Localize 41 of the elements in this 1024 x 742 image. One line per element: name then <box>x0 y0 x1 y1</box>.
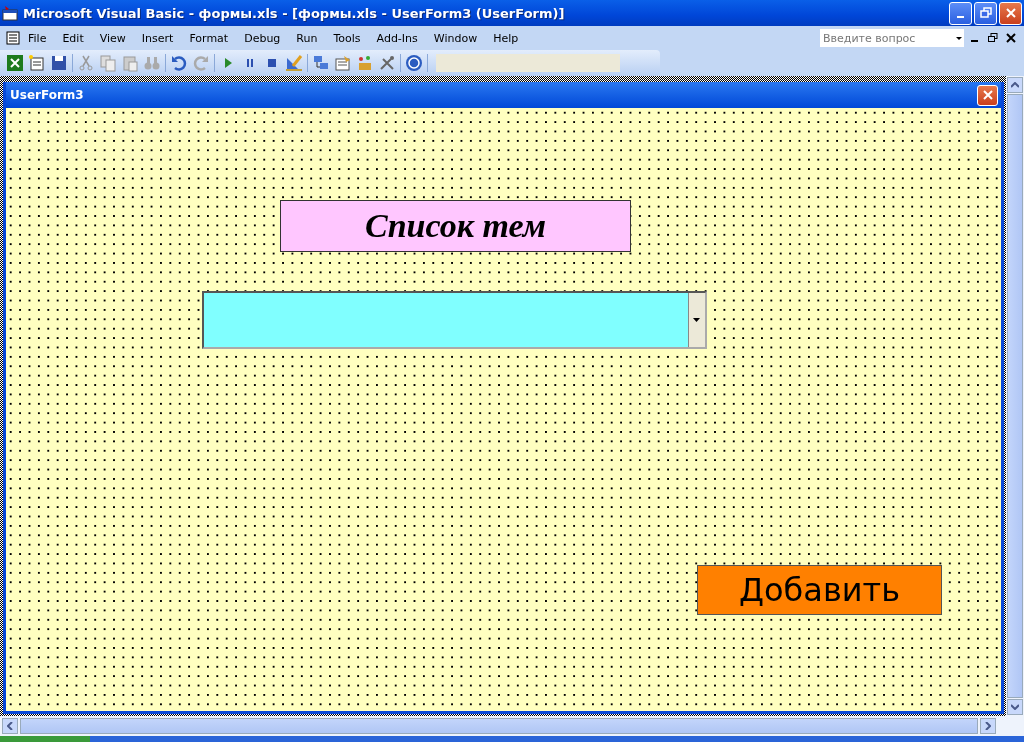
menu-item[interactable]: Edit <box>54 29 92 47</box>
minimize-icon <box>957 16 964 18</box>
close-icon <box>981 89 994 101</box>
form-title: UserForm3 <box>10 88 84 102</box>
vertical-scrollbar[interactable] <box>1006 76 1024 716</box>
placeholder-text: Введите вопрос <box>823 31 917 45</box>
menu-item[interactable]: Run <box>288 29 326 47</box>
caption-label: Список тем <box>280 200 631 252</box>
topic-combo-box[interactable] <box>202 291 707 349</box>
menu-item[interactable]: Window <box>425 29 486 47</box>
close-icon[interactable] <box>1006 33 1016 43</box>
help-search-field[interactable]: Введите вопрос <box>820 29 964 47</box>
dropdown-icon[interactable] <box>693 317 701 323</box>
menu-item[interactable]: Add-Ins <box>368 29 426 47</box>
undo-icon[interactable] <box>170 54 188 72</box>
restore-icon <box>979 7 992 19</box>
save-icon[interactable] <box>50 54 68 72</box>
form-close-button[interactable] <box>977 84 998 106</box>
menu-item[interactable]: Tools <box>325 29 369 47</box>
add-button[interactable]: Добавить <box>697 565 942 615</box>
menu-item[interactable]: Debug <box>236 29 289 47</box>
menu-item[interactable]: Insert <box>133 29 182 47</box>
form-icon <box>4 31 20 45</box>
app-icon <box>2 5 18 21</box>
menu-item[interactable]: Help <box>485 29 527 47</box>
restore-button[interactable] <box>974 1 997 25</box>
scroll-up-icon[interactable] <box>1011 82 1019 88</box>
horizontal-scrollbar[interactable] <box>0 716 1024 736</box>
close-icon <box>1004 7 1017 19</box>
scroll-down-icon[interactable] <box>1011 704 1019 710</box>
scroll-left-icon[interactable] <box>7 722 13 730</box>
insert-form-icon[interactable] <box>28 54 46 72</box>
close-button[interactable] <box>999 1 1022 25</box>
menu-item[interactable]: Format <box>181 29 237 47</box>
minimize-button[interactable] <box>949 1 972 25</box>
menu-item[interactable]: File <box>20 29 55 47</box>
restore-icon[interactable] <box>988 33 998 43</box>
window-title: Microsoft Visual Basic - формы.xls - [формы.xls - UserForm3 (UserForm)] <box>23 5 566 21</box>
menu-item[interactable]: View <box>91 29 134 47</box>
spreadsheet-icon[interactable] <box>6 54 24 72</box>
scroll-right-icon[interactable] <box>985 722 991 730</box>
